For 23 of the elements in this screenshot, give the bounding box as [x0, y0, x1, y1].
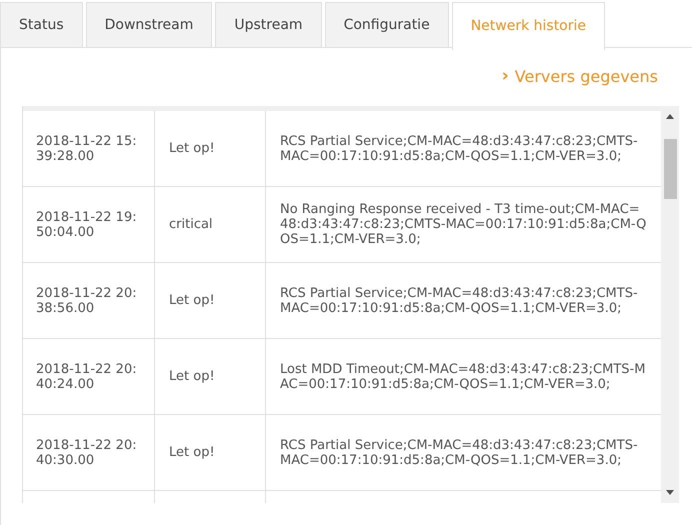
tab[interactable]: Status — [0, 2, 83, 48]
table-cell: 2018-11-22 20:38:56.00 — [23, 263, 155, 338]
table-cell: critical — [155, 187, 266, 262]
tab[interactable]: Configuratie — [324, 2, 449, 48]
scrollbar[interactable] — [661, 106, 679, 503]
table-cell-text: RCS Partial Service;CM-MAC=48:d3:43:47:c8:23;CMTS-MAC=00:17:10:91:d5:8a;CM-QOS=1.1;CM-VER=3.0; — [279, 284, 639, 318]
table-cell: 2018-11-22 19:50:04.00 — [23, 187, 155, 262]
table-cell-text: No Ranging Response received - T3 time-out;CM-MAC=48:d3:43:47:c8:23;CMTS-MAC=00:17:10:91:d5:8a;CM-QOS=1.1;CM-VER=3.0; — [279, 201, 648, 249]
table-cell: 2018-11-22 20:40:24.00 — [23, 339, 155, 414]
table-cell: Let op! — [155, 339, 266, 414]
up-arrow-icon[interactable] — [666, 114, 674, 119]
table-cell-text: RCS Partial Service;CM-MAC=48:d3:43:47:c8:23;CMTS-MAC=00:17:10:91:d5:8a;CM-QOS=1.1;CM-VER=3.0; — [279, 436, 639, 470]
scrollbar-thumb[interactable] — [664, 139, 676, 199]
tab[interactable]: Upstream — [215, 2, 322, 48]
table-cell: 2018-11-22 15:39:28.00 — [23, 111, 155, 186]
table-cell: 2018-11-22 20:40:30.00 — [23, 415, 155, 490]
table-cell: Let op! — [155, 415, 266, 490]
table-cell-text: Lost MDD Timeout;CM-MAC=48:d3:43:47:c8:23;CMTS-MAC=00:17:10:91:d5:8a;CM-QOS=1.1;CM-VER=3.0; — [279, 360, 646, 394]
tab[interactable]: Downstream — [86, 2, 212, 48]
table-cell: Let op! — [155, 111, 266, 186]
table-cell-text: RCS Partial Service;CM-MAC=48:d3:43:47:c8:23;CMTS-MAC=00:17:10:91:d5:8a;CM-QOS=1.1;CM-VER=3.0; — [279, 132, 639, 166]
down-arrow-icon[interactable] — [666, 490, 674, 495]
table-cell: Let op! — [155, 263, 266, 338]
